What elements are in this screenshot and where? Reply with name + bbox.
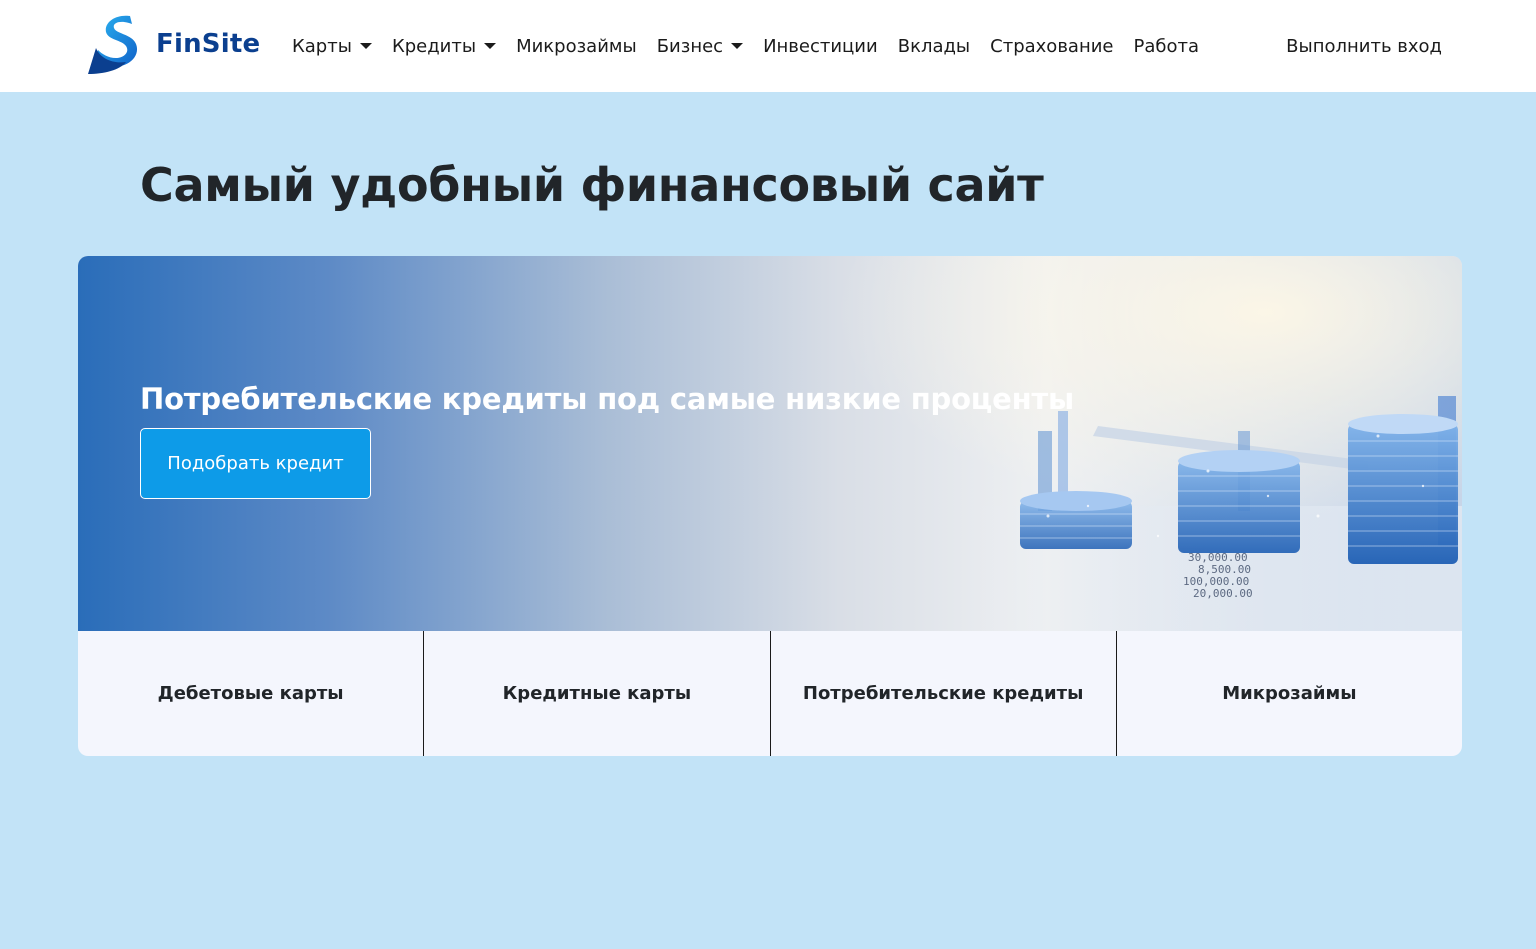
main-nav: Карты Кредиты Микрозаймы Бизнес Инвестиц… bbox=[282, 0, 1209, 92]
finsite-logo-icon bbox=[88, 15, 138, 74]
nav-item-investments[interactable]: Инвестиции bbox=[753, 36, 888, 57]
nav-item-label: Микрозаймы bbox=[516, 35, 637, 57]
nav-item-business[interactable]: Бизнес bbox=[647, 36, 753, 57]
banner-heading: Потребительские кредиты под самые низкие… bbox=[140, 382, 1075, 416]
nav-item-label: Работа bbox=[1133, 35, 1200, 57]
nav-item-deposits[interactable]: Вклады bbox=[888, 36, 980, 57]
caret-down-icon bbox=[484, 43, 497, 49]
tile-microloans[interactable]: Микрозаймы bbox=[1115, 631, 1462, 756]
promo-banner: 30,000.00 8,500.00 100,000.00 20,000.00 … bbox=[78, 256, 1462, 631]
brand-logo[interactable]: FinSite bbox=[86, 12, 260, 76]
nav-item-jobs[interactable]: Работа bbox=[1124, 36, 1210, 57]
nav-item-credits[interactable]: Кредиты bbox=[382, 36, 506, 57]
banner-number: 20,000.00 bbox=[1193, 587, 1253, 600]
nav-item-cards[interactable]: Карты bbox=[282, 36, 382, 57]
nav-item-label: Страхование bbox=[990, 35, 1114, 57]
promo-card: 30,000.00 8,500.00 100,000.00 20,000.00 … bbox=[78, 256, 1462, 756]
nav-item-label: Кредиты bbox=[391, 35, 477, 57]
login-link[interactable]: Выполнить вход bbox=[1286, 0, 1442, 92]
tile-credit-cards[interactable]: Кредитные карты bbox=[423, 631, 769, 756]
category-tiles: Дебетовые карты Кредитные карты Потребит… bbox=[78, 631, 1462, 756]
caret-down-icon bbox=[731, 43, 744, 49]
find-credit-button[interactable]: Подобрать кредит bbox=[140, 428, 371, 499]
top-navbar: FinSite Карты Кредиты Микрозаймы Бизнес … bbox=[0, 0, 1536, 92]
nav-item-insurance[interactable]: Страхование bbox=[980, 36, 1123, 57]
nav-item-microloans[interactable]: Микрозаймы bbox=[506, 36, 647, 57]
nav-item-label: Вклады bbox=[897, 35, 971, 57]
brand-name: FinSite bbox=[156, 29, 261, 59]
caret-down-icon bbox=[359, 43, 372, 49]
nav-item-label: Бизнес bbox=[656, 35, 724, 57]
page-title: Самый удобный финансовый сайт bbox=[140, 158, 1044, 212]
nav-item-label: Карты bbox=[292, 35, 352, 57]
tile-debit-cards[interactable]: Дебетовые карты bbox=[78, 631, 423, 756]
tile-consumer-credits[interactable]: Потребительские кредиты bbox=[769, 631, 1116, 756]
nav-item-label: Инвестиции bbox=[763, 35, 878, 57]
